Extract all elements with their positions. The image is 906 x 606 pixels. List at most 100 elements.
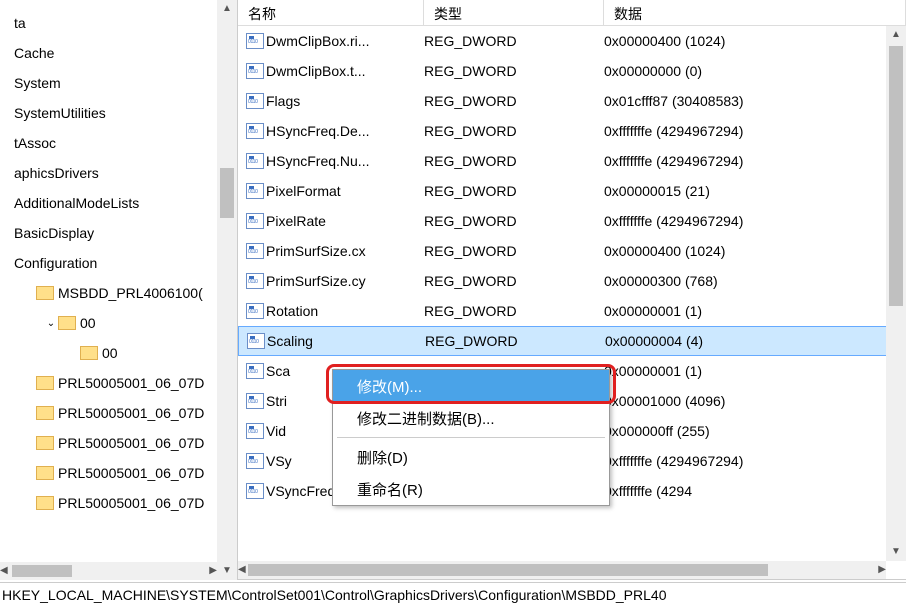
- cell-name: PixelFormat: [266, 183, 424, 199]
- tree-label: 00: [80, 315, 96, 331]
- tree-horizontal-scrollbar[interactable]: ◀ ▶: [0, 562, 217, 580]
- tree-body[interactable]: ta Cache SystemSystemUtilities tAssoc aphics…: [0, 0, 217, 562]
- tree-item[interactable]: SystemUtilities: [0, 98, 217, 128]
- cell-type: REG_DWORD: [424, 183, 604, 199]
- tree-label: PRL50005001_06_07D: [58, 375, 204, 391]
- cell-type: REG_DWORD: [424, 273, 604, 289]
- cell-type: REG_DWORD: [424, 303, 604, 319]
- list-vertical-scrollbar[interactable]: ▲ ▼: [886, 26, 906, 561]
- tree-item[interactable]: aphicsDrivers: [0, 158, 217, 188]
- tree-item[interactable]: ⌄ 00: [0, 308, 217, 338]
- reg-dword-icon: [238, 153, 266, 169]
- table-row[interactable]: PixelRateREG_DWORD0xfffffffe (4294967294…: [238, 206, 906, 236]
- cell-data: 0x00000001 (1): [604, 363, 906, 379]
- ctx-modify[interactable]: 修改(M)...: [333, 370, 609, 402]
- tree-label: PRL50005001_06_07D: [58, 495, 204, 511]
- table-row[interactable]: PrimSurfSize.cyREG_DWORD0x00000300 (768): [238, 266, 906, 296]
- ctx-delete[interactable]: 删除(D): [333, 441, 609, 473]
- table-row[interactable]: FlagsREG_DWORD0x01cfff87 (30408583): [238, 86, 906, 116]
- reg-dword-icon: [238, 93, 266, 109]
- status-bar: HKEY_LOCAL_MACHINE\SYSTEM\ControlSet001\…: [0, 582, 906, 606]
- col-data[interactable]: 数据: [604, 0, 906, 25]
- scroll-down-icon[interactable]: ▼: [891, 543, 901, 561]
- ctx-modify-binary[interactable]: 修改二进制数据(B)...: [333, 402, 609, 434]
- tree-item[interactable]: PRL50005001_06_07D: [0, 458, 217, 488]
- reg-dword-icon: [238, 63, 266, 79]
- reg-dword-icon: [238, 273, 266, 289]
- tree-label: MSBDD_PRL4006100(: [58, 285, 203, 301]
- scroll-thumb[interactable]: [220, 168, 234, 218]
- tree-label: aphicsDrivers: [14, 165, 99, 181]
- scroll-up-icon[interactable]: ▲: [891, 26, 901, 44]
- reg-dword-icon: [238, 183, 266, 199]
- col-type[interactable]: 类型: [424, 0, 604, 25]
- reg-dword-icon: [238, 123, 266, 139]
- table-row[interactable]: RotationREG_DWORD0x00000001 (1): [238, 296, 906, 326]
- scroll-left-icon[interactable]: ◀: [0, 562, 8, 580]
- table-row[interactable]: ScalingREG_DWORD0x00000004 (4): [238, 326, 906, 356]
- reg-dword-icon: [238, 393, 266, 409]
- cell-type: REG_DWORD: [424, 33, 604, 49]
- collapse-icon[interactable]: ⌄: [44, 318, 58, 329]
- col-name[interactable]: 名称: [238, 0, 424, 25]
- cell-name: Flags: [266, 93, 424, 109]
- tree-label: tAssoc: [14, 135, 56, 151]
- table-row[interactable]: PrimSurfSize.cxREG_DWORD0x00000400 (1024…: [238, 236, 906, 266]
- cell-name: HSyncFreq.De...: [266, 123, 424, 139]
- tree-item[interactable]: Configuration: [0, 248, 217, 278]
- tree-vertical-scrollbar[interactable]: ▲ ▼: [217, 0, 237, 580]
- tree-label: Cache: [14, 45, 54, 61]
- tree-item[interactable]: PRL50005001_06_07D: [0, 428, 217, 458]
- scroll-thumb[interactable]: [12, 565, 72, 577]
- cell-type: REG_DWORD: [424, 93, 604, 109]
- column-header[interactable]: 名称 类型 数据: [238, 0, 906, 26]
- list-horizontal-scrollbar[interactable]: ◀ ▶: [238, 561, 886, 579]
- ctx-rename[interactable]: 重命名(R): [333, 473, 609, 505]
- scroll-down-icon[interactable]: ▼: [222, 562, 232, 580]
- scroll-right-icon[interactable]: ▶: [878, 561, 886, 579]
- cell-data: 0x00000400 (1024): [604, 33, 906, 49]
- folder-icon: [36, 466, 54, 480]
- cell-type: REG_DWORD: [424, 153, 604, 169]
- table-row[interactable]: HSyncFreq.Nu...REG_DWORD0xfffffffe (4294…: [238, 146, 906, 176]
- tree-item[interactable]: 00: [0, 338, 217, 368]
- tree-item[interactable]: BasicDisplay: [0, 218, 217, 248]
- cell-data: 0x00000300 (768): [604, 273, 906, 289]
- table-row[interactable]: DwmClipBox.t...REG_DWORD0x00000000 (0): [238, 56, 906, 86]
- cell-type: REG_DWORD: [425, 333, 605, 349]
- tree-item[interactable]: AdditionalModeLists: [0, 188, 217, 218]
- tree-item[interactable]: ta: [0, 8, 217, 38]
- tree-item[interactable]: tAssoc: [0, 128, 217, 158]
- tree-item[interactable]: PRL50005001_06_07D: [0, 368, 217, 398]
- scroll-thumb[interactable]: [248, 564, 768, 576]
- cell-type: REG_DWORD: [424, 123, 604, 139]
- scroll-left-icon[interactable]: ◀: [238, 561, 246, 579]
- tree-item[interactable]: PRL50005001_06_07D: [0, 488, 217, 518]
- tree-item[interactable]: PRL50005001_06_07D: [0, 398, 217, 428]
- reg-dword-icon: [238, 453, 266, 469]
- cell-data: 0xfffffffe (4294967294): [604, 453, 906, 469]
- cell-data: 0xfffffffe (4294967294): [604, 153, 906, 169]
- tree-item[interactable]: System: [0, 68, 217, 98]
- reg-dword-icon: [238, 483, 266, 499]
- tree-label: PRL50005001_06_07D: [58, 465, 204, 481]
- scroll-thumb[interactable]: [889, 46, 903, 306]
- folder-icon: [36, 496, 54, 510]
- scroll-right-icon[interactable]: ▶: [209, 562, 217, 580]
- cell-data: 0x00000015 (21): [604, 183, 906, 199]
- cell-type: REG_DWORD: [424, 213, 604, 229]
- table-row[interactable]: HSyncFreq.De...REG_DWORD0xfffffffe (4294…: [238, 116, 906, 146]
- folder-icon: [58, 316, 76, 330]
- table-row[interactable]: PixelFormatREG_DWORD0x00000015 (21): [238, 176, 906, 206]
- tree-item[interactable]: Cache: [0, 38, 217, 68]
- reg-dword-icon: [238, 33, 266, 49]
- reg-dword-icon: [238, 243, 266, 259]
- tree-item[interactable]: MSBDD_PRL4006100(: [0, 278, 217, 308]
- reg-dword-icon: [239, 333, 267, 349]
- tree-label: AdditionalModeLists: [14, 195, 139, 211]
- cell-name: PrimSurfSize.cy: [266, 273, 424, 289]
- table-row[interactable]: DwmClipBox.ri...REG_DWORD0x00000400 (102…: [238, 26, 906, 56]
- scroll-up-icon[interactable]: ▲: [222, 0, 232, 18]
- tree-pane: ta Cache SystemSystemUtilities tAssoc aphics…: [0, 0, 238, 580]
- cell-name: HSyncFreq.Nu...: [266, 153, 424, 169]
